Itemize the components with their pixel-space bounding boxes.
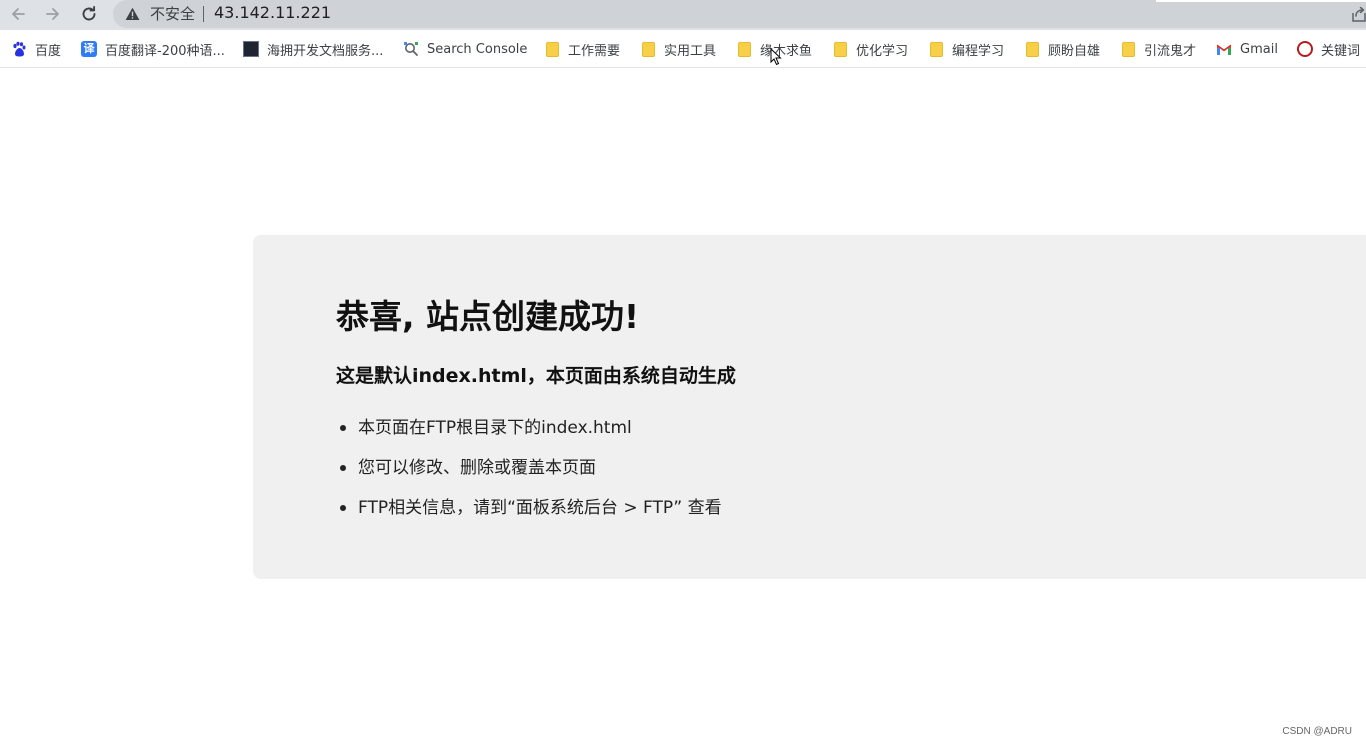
bookmark-label: 引流鬼才 (1144, 43, 1197, 59)
bookmark-label: 工作需要 (568, 43, 621, 59)
bookmark-folder-traffic[interactable]: 引流鬼才 (1120, 38, 1196, 60)
address-bar[interactable]: 不安全 43.142.11.221 (113, 0, 1366, 28)
bookmark-folder-gupan[interactable]: 顾盼自雄 (1024, 38, 1100, 60)
arrow-left-icon (12, 8, 25, 20)
page-title: 恭喜, 站点创建成功! (336, 297, 640, 336)
bookmark-search-console[interactable]: Search Console (403, 38, 527, 60)
back-button[interactable] (6, 3, 30, 25)
bookmark-label: 百度 (35, 43, 62, 59)
list-item: 本页面在FTP根目录下的index.html (336, 413, 722, 453)
list-item: 您可以修改、删除或覆盖本页面 (336, 453, 722, 493)
insecure-label[interactable]: 不安全 (150, 4, 195, 24)
bookmark-keywords[interactable]: 关键词 (1297, 38, 1360, 60)
omnibox-separator (203, 6, 204, 22)
bookmark-folder-programming[interactable]: 编程学习 (928, 38, 1004, 60)
bookmark-baidu-fanyi[interactable]: 译 百度翻译-200种语... (81, 38, 225, 60)
bookmark-label: 百度翻译-200种语... (105, 43, 225, 59)
bookmark-label: 缘木求鱼 (760, 43, 813, 59)
arrow-right-icon (46, 8, 59, 20)
mouse-cursor-icon (770, 48, 782, 66)
bookmark-label: 海拥开发文档服务... (267, 43, 384, 59)
bookmark-gmail[interactable]: Gmail (1216, 38, 1278, 60)
list-item: FTP相关信息，请到“面板系统后台 > FTP” 查看 (336, 493, 722, 533)
folder-icon (1024, 41, 1040, 57)
bookmark-folder-work[interactable]: 工作需要 (544, 38, 620, 60)
welcome-card: 恭喜, 站点创建成功! 这是默认index.html，本页面由系统自动生成 本页… (253, 235, 1366, 579)
folder-icon (928, 41, 944, 57)
url-text[interactable]: 43.142.11.221 (214, 3, 331, 23)
bookmark-label: Gmail (1240, 41, 1278, 57)
info-list: 本页面在FTP根目录下的index.html 您可以修改、删除或覆盖本页面 FT… (336, 413, 722, 533)
folder-icon (1120, 41, 1136, 57)
bookmark-label: 关键词 (1321, 43, 1361, 59)
folder-icon (544, 41, 560, 57)
baidu-paw-icon (11, 41, 27, 57)
forward-button[interactable] (41, 3, 65, 25)
warning-triangle-icon[interactable] (125, 7, 140, 21)
bookmark-label: 优化学习 (856, 43, 909, 59)
avatar-icon (1297, 41, 1313, 57)
bookmark-baidu[interactable]: 百度 (11, 38, 61, 60)
reload-button[interactable] (77, 3, 101, 25)
watermark: CSDN @ADRU (1282, 726, 1352, 737)
bookmarks-bar: 百度 译 百度翻译-200种语... 海拥开发文档服务... Search Co… (0, 30, 1366, 68)
page-subtitle: 这是默认index.html，本页面由系统自动生成 (336, 365, 736, 387)
search-console-icon (403, 41, 419, 57)
dark-square-icon (243, 41, 259, 57)
folder-icon (832, 41, 848, 57)
reload-icon (82, 6, 96, 21)
bookmark-folder-tools[interactable]: 实用工具 (640, 38, 716, 60)
bookmark-label: Search Console (427, 41, 528, 57)
translate-icon: 译 (81, 41, 97, 57)
browser-toolbar: 不安全 43.142.11.221 (0, 0, 1366, 30)
bookmark-haiyong-docs[interactable]: 海拥开发文档服务... (243, 38, 383, 60)
folder-icon (640, 41, 656, 57)
bookmark-label: 实用工具 (664, 43, 717, 59)
omnibox-edge (1156, 0, 1366, 2)
bookmark-label: 顾盼自雄 (1048, 43, 1101, 59)
bookmark-folder-optimize[interactable]: 优化学习 (832, 38, 908, 60)
bookmark-label: 编程学习 (952, 43, 1005, 59)
folder-icon (736, 41, 752, 57)
gmail-icon (1216, 41, 1232, 57)
share-icon[interactable] (1352, 6, 1366, 22)
